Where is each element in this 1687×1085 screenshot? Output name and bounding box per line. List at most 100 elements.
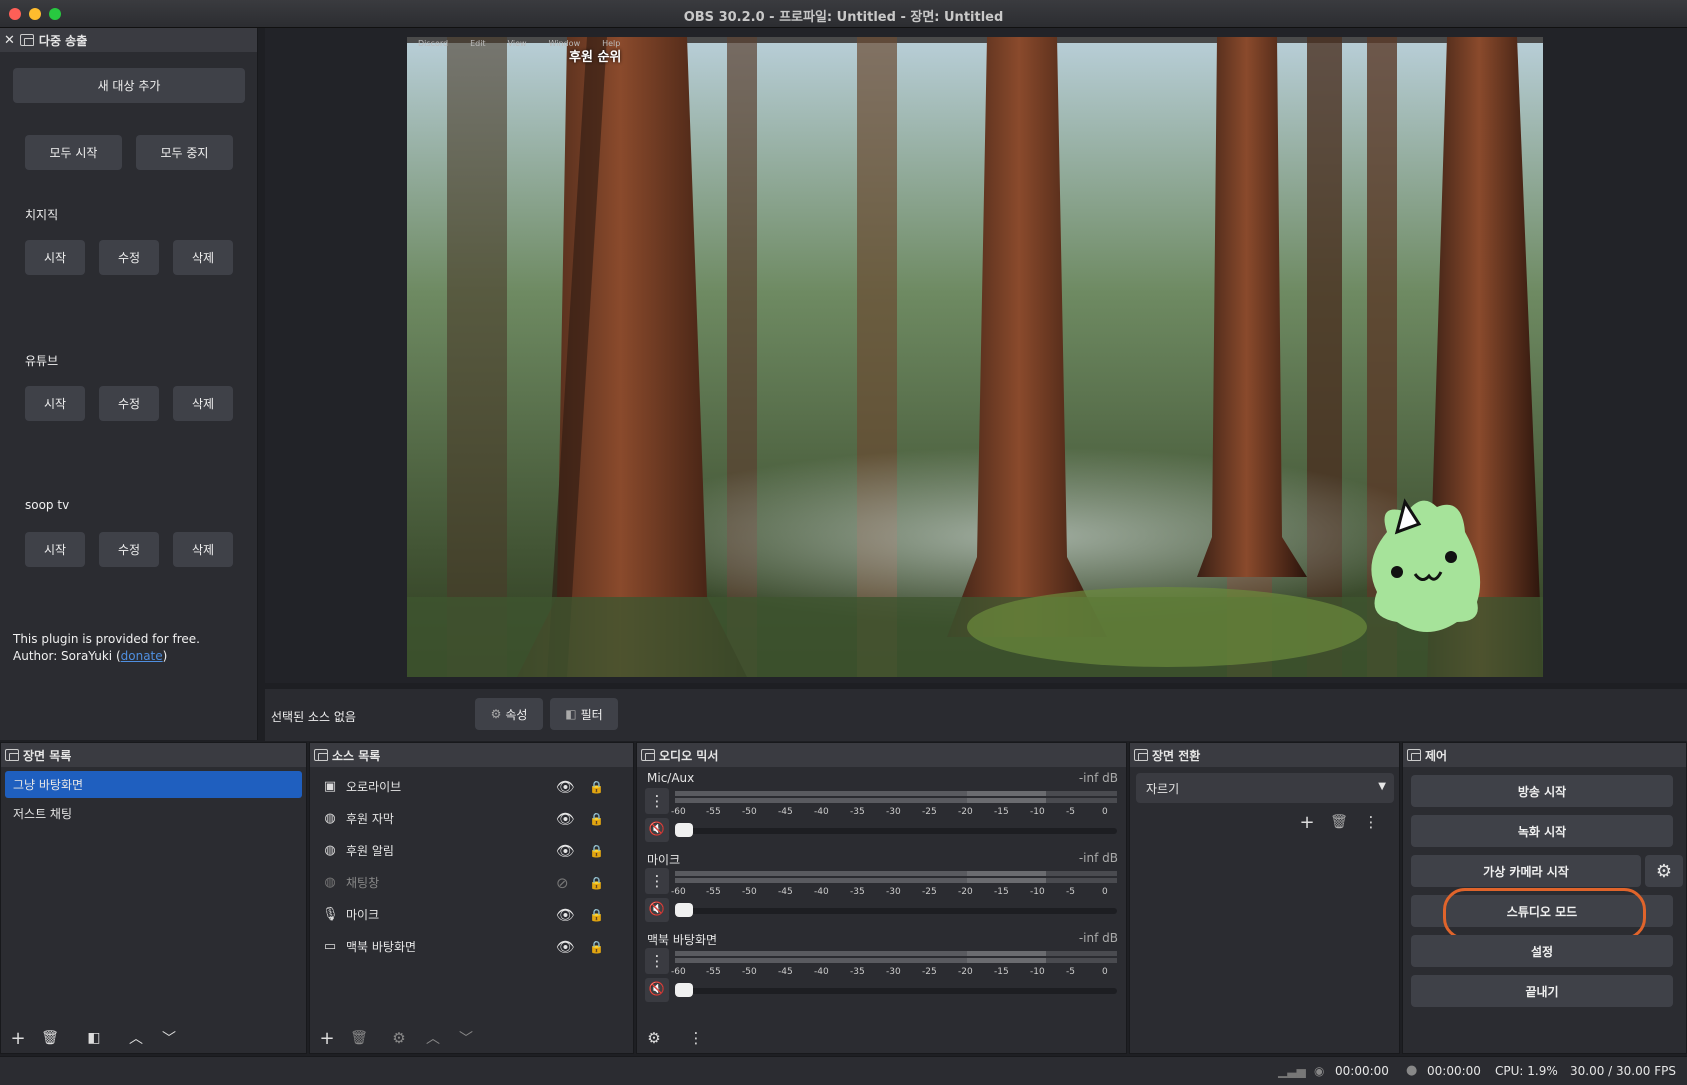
eye-icon[interactable]: 👁 xyxy=(556,938,575,956)
start-all-button[interactable]: 모두 시작 xyxy=(25,135,122,170)
captured-menu-item: Edit xyxy=(470,39,486,48)
remove-source-icon[interactable]: 🗑 xyxy=(346,1025,372,1051)
target-delete-button[interactable]: 삭제 xyxy=(173,386,233,421)
float-dock-icon[interactable] xyxy=(19,34,34,46)
source-properties-icon[interactable]: ⚙ xyxy=(386,1025,412,1051)
target-edit-button[interactable]: 수정 xyxy=(99,240,159,275)
target-edit-button[interactable]: 수정 xyxy=(99,532,159,567)
volume-slider[interactable] xyxy=(675,828,1117,834)
float-dock-icon[interactable] xyxy=(5,749,19,761)
eye-hidden-icon[interactable]: ⊘ xyxy=(556,874,569,892)
volume-slider[interactable] xyxy=(675,908,1117,914)
channel-menu-icon[interactable]: ⋮ xyxy=(645,948,669,974)
scene-item[interactable]: 그냥 바탕화면 xyxy=(5,771,302,798)
meter-scale-label: -5 xyxy=(1066,807,1075,817)
monitor-icon: ▭ xyxy=(323,939,337,954)
target-edit-button[interactable]: 수정 xyxy=(99,386,159,421)
donate-link[interactable]: donate xyxy=(121,649,163,663)
exit-button[interactable]: 끝내기 xyxy=(1411,975,1673,1007)
meter-scale-label: -40 xyxy=(814,967,829,977)
source-item[interactable]: ▭ 맥북 바탕화면 👁 🔒 xyxy=(314,933,629,960)
lock-icon[interactable]: 🔒 xyxy=(589,876,604,890)
eye-icon[interactable]: 👁 xyxy=(556,842,575,860)
move-source-down-icon[interactable]: ﹀ xyxy=(453,1025,479,1051)
source-name: 채팅창 xyxy=(346,876,380,890)
lock-icon[interactable]: 🔒 xyxy=(589,908,604,922)
start-recording-button[interactable]: 녹화 시작 xyxy=(1411,815,1673,847)
float-dock-icon[interactable] xyxy=(314,749,328,761)
target-start-button[interactable]: 시작 xyxy=(25,532,85,567)
transitions-title: 장면 전환 xyxy=(1152,748,1201,763)
float-dock-icon[interactable] xyxy=(1134,749,1148,761)
channel-menu-icon[interactable]: ⋮ xyxy=(645,868,669,894)
scenes-dock: 장면 목록 그냥 바탕화면 저스트 채팅 + 🗑 ◧ ︿ ﹀ xyxy=(0,742,307,1054)
volume-slider[interactable] xyxy=(675,988,1117,994)
gear-icon: ⚙ xyxy=(490,707,502,721)
program-preview[interactable]: Discord Edit View Window Help 후원 순위 xyxy=(407,37,1543,677)
meter-scale-label: -30 xyxy=(886,967,901,977)
lock-icon[interactable]: 🔒 xyxy=(589,844,604,858)
move-scene-down-icon[interactable]: ﹀ xyxy=(156,1025,182,1051)
eye-icon[interactable]: 👁 xyxy=(556,778,575,796)
add-scene-icon[interactable]: + xyxy=(5,1025,31,1051)
transition-select[interactable]: 자르기 ▼ xyxy=(1136,773,1394,803)
channel-menu-icon[interactable]: ⋮ xyxy=(645,788,669,814)
scene-filters-icon[interactable]: ◧ xyxy=(81,1025,107,1051)
filters-button[interactable]: ◧ 필터 xyxy=(550,698,618,730)
meter-scale-label: -60 xyxy=(671,887,686,897)
sources-dock: 소스 목록 ▣ 오로라이브 👁 🔒 ◍ 후원 자막 👁 🔒 ◍ 후원 알림 👁 🔒 ◍ 채팅창 ⊘ 🔒 … xyxy=(309,742,634,1054)
level-meter xyxy=(675,871,1117,876)
volume-slider-handle[interactable] xyxy=(675,823,693,837)
start-virtual-camera-button[interactable]: 가상 카메라 시작 xyxy=(1411,855,1641,887)
mixer-menu-icon[interactable]: ⋮ xyxy=(683,1025,709,1051)
add-transition-icon[interactable]: + xyxy=(1294,809,1320,835)
target-delete-button[interactable]: 삭제 xyxy=(173,532,233,567)
source-item[interactable]: ◍ 후원 자막 👁 🔒 xyxy=(314,805,629,832)
mute-icon[interactable]: 🔇 xyxy=(645,898,669,922)
start-streaming-button[interactable]: 방송 시작 xyxy=(1411,775,1673,807)
target-delete-button[interactable]: 삭제 xyxy=(173,240,233,275)
target-start-button[interactable]: 시작 xyxy=(25,386,85,421)
add-target-button[interactable]: 새 대상 추가 xyxy=(13,68,245,103)
no-source-selected-label: 선택된 소스 없음 xyxy=(271,710,356,724)
mute-icon[interactable]: 🔇 xyxy=(645,818,669,842)
close-dock-icon[interactable]: ✕ xyxy=(4,33,15,48)
mute-icon[interactable]: 🔇 xyxy=(645,978,669,1002)
source-item[interactable]: ◍ 채팅창 ⊘ 🔒 xyxy=(314,869,629,896)
source-item[interactable]: ▣ 오로라이브 👁 🔒 xyxy=(314,773,629,800)
level-meter xyxy=(675,951,1117,956)
lock-icon[interactable]: 🔒 xyxy=(589,940,604,954)
source-item[interactable]: ◍ 후원 알림 👁 🔒 xyxy=(314,837,629,864)
settings-button[interactable]: 설정 xyxy=(1411,935,1673,967)
remove-scene-icon[interactable]: 🗑 xyxy=(37,1025,63,1051)
eye-icon[interactable]: 👁 xyxy=(556,906,575,924)
microphone-icon: 🎙 xyxy=(322,907,339,922)
lock-icon[interactable]: 🔒 xyxy=(589,812,604,826)
captured-menu-item: View xyxy=(507,39,527,48)
stream-status-icon: ◉ xyxy=(1314,1064,1325,1078)
remove-transition-icon[interactable]: 🗑 xyxy=(1326,809,1352,835)
advanced-audio-icon[interactable]: ⚙ xyxy=(641,1025,667,1051)
target-start-button[interactable]: 시작 xyxy=(25,240,85,275)
eye-icon[interactable]: 👁 xyxy=(556,810,575,828)
float-dock-icon[interactable] xyxy=(641,749,655,761)
volume-slider-handle[interactable] xyxy=(675,903,693,917)
add-source-icon[interactable]: + xyxy=(314,1025,340,1051)
source-name: 오로라이브 xyxy=(346,780,402,794)
filter-icon: ◧ xyxy=(565,707,577,721)
stop-all-button[interactable]: 모두 중지 xyxy=(136,135,233,170)
transition-selected-value: 자르기 xyxy=(1146,781,1180,796)
move-source-up-icon[interactable]: ︿ xyxy=(420,1025,446,1051)
meter-scale-label: -10 xyxy=(1030,967,1045,977)
virtual-camera-settings-icon[interactable]: ⚙ xyxy=(1645,855,1683,887)
transition-menu-icon[interactable]: ⋮ xyxy=(1358,809,1384,835)
scene-item[interactable]: 저스트 채팅 xyxy=(5,800,302,827)
volume-slider-handle[interactable] xyxy=(675,983,693,997)
lock-icon[interactable]: 🔒 xyxy=(589,780,604,794)
properties-button[interactable]: ⚙ 속성 xyxy=(475,698,543,730)
move-scene-up-icon[interactable]: ︿ xyxy=(123,1025,149,1051)
sources-dock-header: 소스 목록 xyxy=(310,743,633,767)
float-dock-icon[interactable] xyxy=(1407,749,1421,761)
meter-scale-label: -50 xyxy=(742,967,757,977)
source-item[interactable]: 🎙 마이크 👁 🔒 xyxy=(314,901,629,928)
